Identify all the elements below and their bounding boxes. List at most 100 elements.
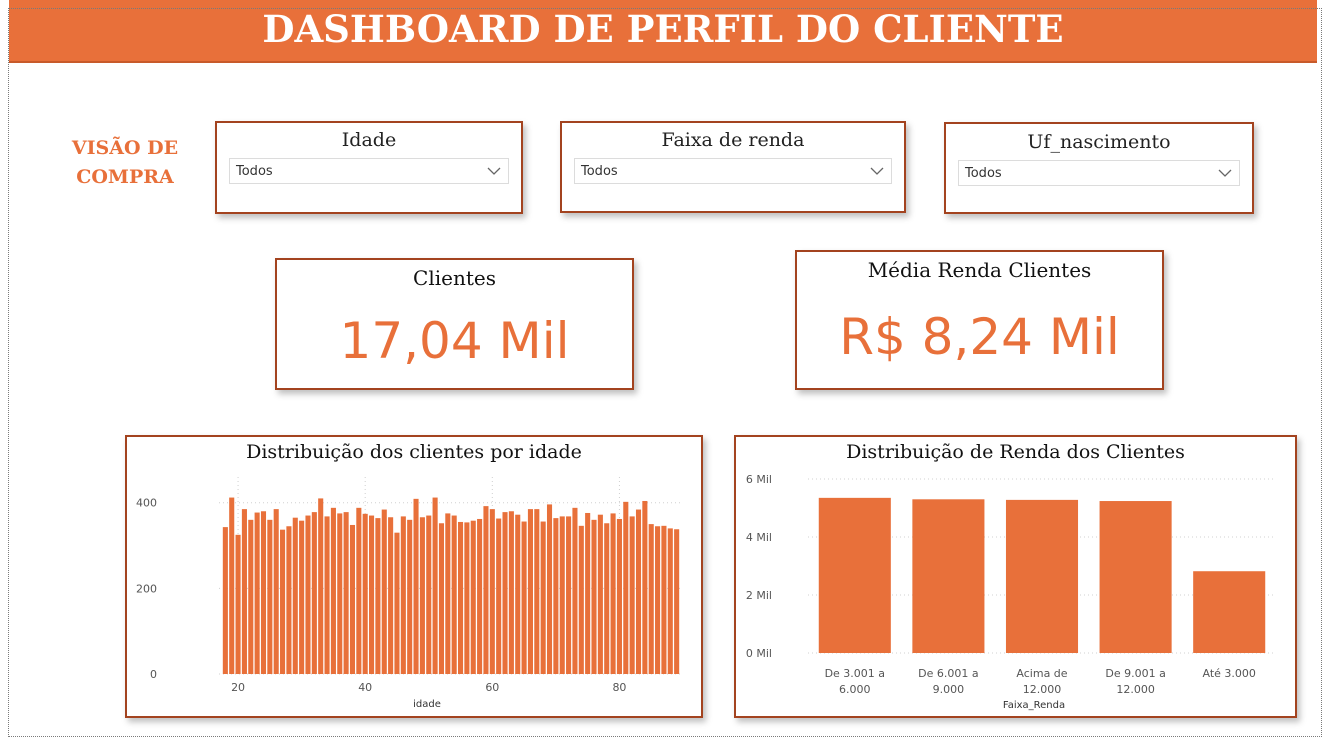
- slicer-uf-nascimento: Uf_nascimento Todos: [944, 122, 1254, 214]
- bar: [572, 507, 578, 674]
- bar: [534, 509, 540, 674]
- bar: [394, 532, 400, 674]
- kpi-title: Clientes: [413, 266, 496, 290]
- bar: [260, 511, 267, 674]
- bar: [299, 520, 305, 674]
- chevron-down-icon: [487, 167, 501, 175]
- bar: [419, 517, 425, 674]
- bar: [241, 509, 247, 674]
- bar: [629, 516, 635, 674]
- x-tick-label: 20: [231, 681, 245, 694]
- income-distribution-chart: Distribuição de Renda dos Clientes 0 Mil…: [734, 435, 1297, 718]
- bar: [400, 516, 406, 674]
- bar: [553, 518, 559, 674]
- x-tick-label: 60: [485, 681, 499, 694]
- bar: [254, 512, 260, 674]
- x-axis-label: Faixa_Renda: [1003, 700, 1065, 711]
- bar: [489, 509, 495, 674]
- idade-dropdown[interactable]: Todos: [229, 158, 509, 184]
- bar: [280, 529, 286, 674]
- bar: [559, 516, 565, 674]
- bar: [432, 497, 438, 674]
- bar: [483, 506, 489, 674]
- slicer-title: Idade: [341, 129, 397, 151]
- bar: [1193, 571, 1266, 653]
- bar: [546, 504, 553, 674]
- bar: [616, 518, 622, 674]
- bar: [457, 521, 464, 674]
- bar: [527, 509, 533, 674]
- bar: [349, 524, 356, 674]
- bar: [267, 519, 273, 674]
- bar: [508, 511, 514, 674]
- bar: [235, 534, 241, 674]
- bar: [635, 509, 642, 674]
- x-tick-label: De 9.001 a 12.000: [1105, 667, 1165, 696]
- x-tick-label: De 3.001 a 6.000: [825, 667, 885, 696]
- bar: [661, 525, 667, 674]
- bar: [515, 514, 521, 674]
- income-bar-chart: 0 Mil 2 Mil 4 Mil 6 Mil De 3.001 a 6.000 De 6.…: [746, 473, 1276, 711]
- bar: [451, 515, 457, 674]
- bar: [222, 527, 228, 674]
- kpi-clientes-card: Clientes 17,04 Mil: [275, 258, 634, 390]
- age-distribution-chart: Distribuição dos clientes por idade 0 200…: [125, 435, 703, 718]
- bar: [464, 522, 470, 674]
- bar: [912, 499, 985, 653]
- bar: [292, 517, 298, 674]
- y-tick-label: 4 Mil: [746, 531, 772, 544]
- chevron-down-icon: [1218, 169, 1232, 177]
- bar: [362, 513, 368, 674]
- bar: [1005, 499, 1079, 653]
- chevron-down-icon: [870, 167, 884, 175]
- bar: [521, 521, 527, 674]
- dropdown-value: Todos: [581, 163, 618, 179]
- bar: [818, 497, 891, 653]
- faixa-renda-dropdown[interactable]: Todos: [574, 158, 892, 184]
- bar: [426, 515, 432, 674]
- slicer-idade: Idade Todos: [215, 121, 523, 214]
- uf-nascimento-dropdown[interactable]: Todos: [958, 160, 1240, 186]
- slicer-title: Uf_nascimento: [1027, 131, 1171, 153]
- bar: [591, 519, 597, 674]
- slicer-title: Faixa de renda: [661, 129, 805, 151]
- chart-title: Distribuição de Renda dos Clientes: [846, 441, 1185, 463]
- bar: [273, 509, 279, 674]
- kpi-media-renda-card: Média Renda Clientes R$ 8,24 Mil: [795, 250, 1164, 390]
- bar: [470, 520, 476, 674]
- bar: [330, 507, 336, 674]
- y-tick-label: 0: [150, 668, 157, 681]
- bar: [566, 516, 572, 674]
- kpi-value: 17,04 Mil: [339, 312, 570, 370]
- bar: [502, 512, 508, 674]
- bar: [413, 498, 419, 674]
- y-tick-label: 0 Mil: [746, 647, 772, 660]
- bar: [381, 509, 387, 674]
- bar: [604, 523, 610, 674]
- bar: [540, 521, 546, 674]
- y-tick-label: 400: [136, 497, 157, 510]
- bar: [445, 513, 451, 674]
- bar: [318, 498, 324, 674]
- x-tick-label: 40: [358, 681, 372, 694]
- x-tick-label: Acima de 12.000: [1016, 667, 1067, 696]
- bar: [286, 526, 292, 674]
- slicer-faixa-renda: Faixa de renda Todos: [560, 121, 906, 213]
- bar: [1099, 501, 1172, 653]
- bar: [337, 513, 343, 674]
- x-axis-label: idade: [413, 699, 441, 710]
- y-tick-label: 200: [136, 582, 157, 595]
- bar: [369, 515, 375, 674]
- bar: [311, 512, 317, 674]
- bar: [674, 529, 680, 674]
- kpi-value: R$ 8,24 Mil: [839, 308, 1120, 366]
- y-tick-label: 2 Mil: [746, 589, 772, 602]
- bar: [667, 528, 673, 674]
- bar: [305, 515, 311, 674]
- bar: [597, 514, 603, 674]
- x-tick-label: De 6.001 a 9.000: [918, 667, 978, 696]
- bar: [438, 523, 445, 674]
- dropdown-value: Todos: [965, 165, 1002, 181]
- bar: [356, 507, 362, 674]
- bar: [248, 519, 254, 674]
